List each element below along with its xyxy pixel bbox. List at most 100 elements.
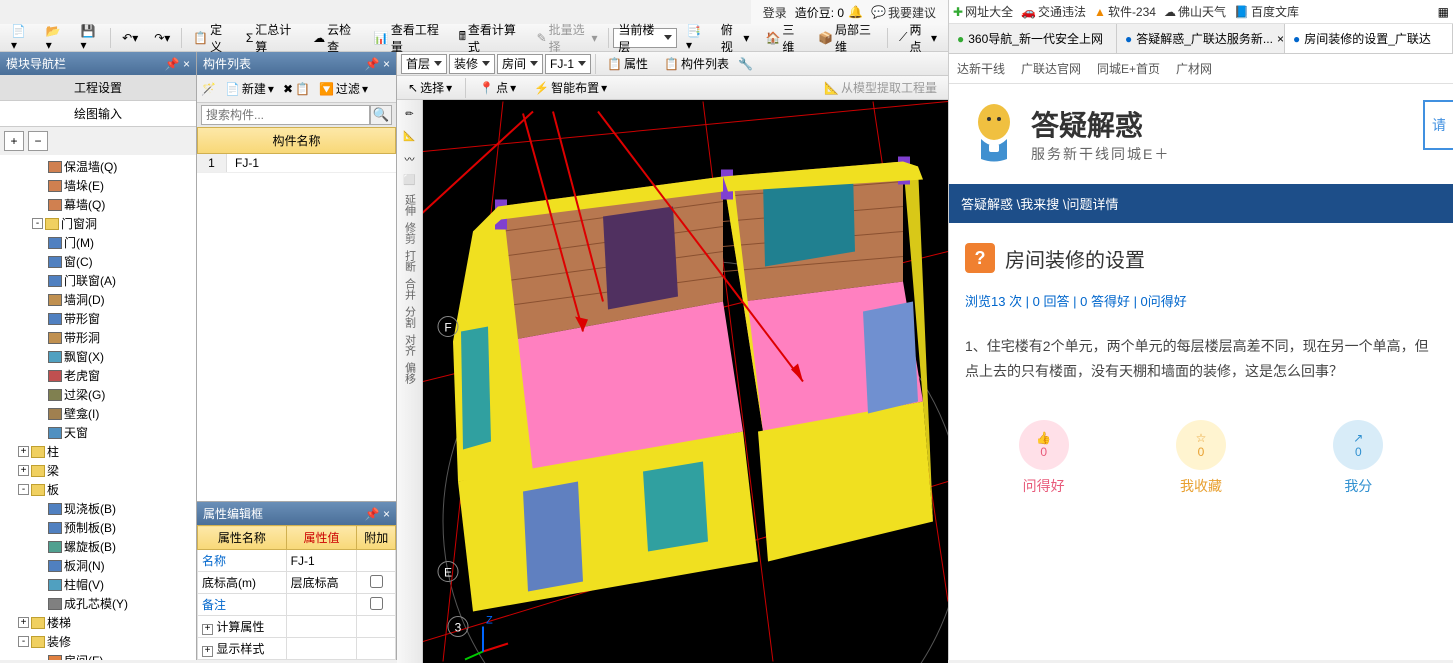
component-select[interactable]: FJ-1: [545, 54, 591, 74]
side-tool-icon[interactable]: ✏: [400, 104, 420, 124]
tree-node[interactable]: 带形洞: [2, 328, 194, 347]
3d-viewport[interactable]: F E 3 Z: [423, 100, 948, 663]
grid-icon[interactable]: ▦: [1438, 5, 1449, 19]
search-go-btn[interactable]: 🔍: [370, 105, 392, 125]
svg-text:F: F: [444, 321, 451, 335]
type-select[interactable]: 房间: [497, 54, 543, 74]
vote-good-btn[interactable]: 👍0 问得好: [1019, 420, 1069, 496]
table-row[interactable]: + 显示样式: [198, 638, 396, 660]
pin-icon[interactable]: 📌 ×: [365, 57, 390, 71]
tab-drawing-input[interactable]: 绘图输入: [0, 101, 196, 127]
smart-layout-tool[interactable]: ⚡智能布置▾: [527, 76, 614, 99]
select-tool[interactable]: ↖选择▾: [401, 76, 459, 99]
search-input[interactable]: [201, 105, 370, 125]
wizard-icon[interactable]: 🪄: [201, 82, 216, 96]
pin-icon[interactable]: 📌 ×: [365, 507, 390, 521]
tool-icon[interactable]: 🔧: [738, 57, 753, 71]
side-tool-icon[interactable]: 📐: [400, 126, 420, 146]
table-row[interactable]: + 计算属性: [198, 616, 396, 638]
collapse-btn[interactable]: −: [28, 131, 48, 151]
tree-node[interactable]: 保温墙(Q): [2, 157, 194, 176]
tree-node[interactable]: 墙垛(E): [2, 176, 194, 195]
browser-tab[interactable]: ●房间装修的设置_广联达: [1285, 24, 1453, 53]
delete-icon[interactable]: ✖: [283, 82, 293, 96]
tree-node[interactable]: - 板: [2, 480, 194, 499]
browser-tab[interactable]: ●360导航_新一代安全上网: [949, 24, 1117, 53]
search-box-cut[interactable]: 请: [1423, 100, 1453, 150]
tree-node[interactable]: 现浇板(B): [2, 499, 194, 518]
favorite-btn[interactable]: ☆0 我收藏: [1176, 420, 1226, 496]
share-btn[interactable]: ↗0 我分: [1333, 420, 1383, 496]
side-label[interactable]: 延伸: [402, 192, 418, 218]
close-icon[interactable]: ×: [1277, 32, 1284, 46]
tree-node[interactable]: 过梁(G): [2, 385, 194, 404]
new-component-btn[interactable]: 📄新建▾: [218, 77, 281, 100]
nav-link[interactable]: 同城E+首页: [1097, 60, 1160, 77]
extract-btn[interactable]: 📐从模型提取工程量: [817, 76, 944, 99]
tab-project-settings[interactable]: 工程设置: [0, 75, 196, 101]
tree-node[interactable]: 老虎窗: [2, 366, 194, 385]
tree-node[interactable]: + 梁: [2, 461, 194, 480]
tree-node[interactable]: 成孔芯模(Y): [2, 594, 194, 613]
bookmark-link[interactable]: 📘百度文库: [1234, 3, 1299, 20]
tree-node[interactable]: 预制板(B): [2, 518, 194, 537]
side-tool-icon[interactable]: ⬜: [400, 170, 420, 190]
pin-icon[interactable]: 📌 ×: [165, 57, 190, 71]
tree-node[interactable]: 门(M): [2, 233, 194, 252]
tree-node[interactable]: 板洞(N): [2, 556, 194, 575]
nav-link[interactable]: 达新干线: [957, 60, 1005, 77]
bookmark-link[interactable]: 🚗交通违法: [1021, 3, 1086, 20]
extra-checkbox[interactable]: [370, 575, 383, 588]
category-select[interactable]: 装修: [449, 54, 495, 74]
tree-node[interactable]: - 门窗洞: [2, 214, 194, 233]
new-btn[interactable]: 📄▾: [4, 21, 37, 55]
copy-icon[interactable]: 📋: [295, 82, 310, 96]
attr-btn[interactable]: 📋属性: [600, 52, 655, 75]
side-label[interactable]: 偏移: [402, 360, 418, 386]
side-label[interactable]: 合并: [402, 276, 418, 302]
row-value[interactable]: FJ-1: [227, 154, 396, 172]
tree-node[interactable]: 柱帽(V): [2, 575, 194, 594]
side-label[interactable]: 打断: [402, 248, 418, 274]
tree-node[interactable]: 螺旋板(B): [2, 537, 194, 556]
component-tree[interactable]: 保温墙(Q)墙垛(E)幕墙(Q)- 门窗洞门(M)窗(C)门联窗(A)墙洞(D)…: [0, 155, 196, 660]
nav-link[interactable]: 广材网: [1176, 60, 1212, 77]
save-btn[interactable]: 💾▾: [74, 21, 107, 55]
undo-btn[interactable]: ↶▾: [115, 28, 145, 48]
table-row[interactable]: 1 FJ-1: [197, 154, 396, 173]
tree-node[interactable]: 壁龛(I): [2, 404, 194, 423]
tree-node[interactable]: 窗(C): [2, 252, 194, 271]
complist-btn[interactable]: 📋构件列表: [657, 52, 736, 75]
layer-btn[interactable]: 📑▾: [679, 21, 712, 55]
floor-dropdown[interactable]: 当前楼层: [613, 28, 677, 48]
side-tool-icon[interactable]: 〰: [400, 148, 420, 168]
tree-node[interactable]: 飘窗(X): [2, 347, 194, 366]
tree-node[interactable]: 墙洞(D): [2, 290, 194, 309]
tree-node[interactable]: 房间(F): [2, 651, 194, 660]
expand-btn[interactable]: +: [4, 131, 24, 151]
open-btn[interactable]: 📂▾: [39, 21, 72, 55]
table-row[interactable]: 底标高(m) 层底标高: [198, 572, 396, 594]
tree-node[interactable]: 幕墙(Q): [2, 195, 194, 214]
bookmark-link[interactable]: ▲软件-234: [1094, 3, 1156, 20]
tree-node[interactable]: + 柱: [2, 442, 194, 461]
browser-tab[interactable]: ●答疑解惑_广联达服务新...×: [1117, 24, 1285, 53]
bookmark-link[interactable]: ✚网址大全: [953, 3, 1013, 20]
tree-node[interactable]: 天窗: [2, 423, 194, 442]
side-label[interactable]: 修剪: [402, 220, 418, 246]
side-label[interactable]: 对齐: [402, 332, 418, 358]
bookmark-link[interactable]: ☁佛山天气: [1164, 3, 1226, 20]
point-tool[interactable]: 📍点▾: [472, 76, 523, 99]
tree-node[interactable]: 带形窗: [2, 309, 194, 328]
filter-btn[interactable]: 🔽过滤▾: [312, 77, 375, 100]
tree-node[interactable]: - 装修: [2, 632, 194, 651]
extra-checkbox[interactable]: [370, 597, 383, 610]
floor-select[interactable]: 首层: [401, 54, 447, 74]
tree-node[interactable]: 门联窗(A): [2, 271, 194, 290]
nav-link[interactable]: 广联达官网: [1021, 60, 1081, 77]
table-row[interactable]: 名称 FJ-1: [198, 550, 396, 572]
table-row[interactable]: 备注: [198, 594, 396, 616]
side-label[interactable]: 分割: [402, 304, 418, 330]
tree-node[interactable]: + 楼梯: [2, 613, 194, 632]
redo-btn[interactable]: ↷▾: [147, 28, 177, 48]
